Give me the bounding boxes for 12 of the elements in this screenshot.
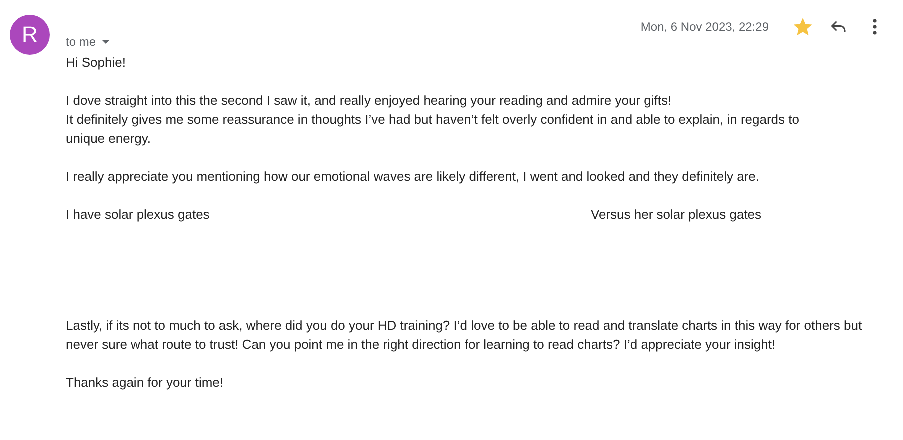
paragraph: I really appreciate you mentioning how our emotional waves are likely different, I went and looked and they definitely are. [66,168,760,186]
caret-icon [102,40,110,44]
avatar: R [10,15,50,55]
recipient-dropdown[interactable]: to me [66,35,110,49]
paragraph: Thanks again for your time! [66,374,225,392]
text-line: I have solar plexus gates [66,206,211,224]
paragraph: Lastly, if its not to much to ask, where did you do your HD training? I’d love to be able to read and translate charts in this way for others but never sure what route to trust! Can you point me in the right direction for learning to read charts? I’d appreciate your insight! [66,317,864,354]
date: Mon, 6 Nov 2023, 22:29 [640,20,769,34]
text-line: Versus her solar plexus gates [591,206,762,224]
paragraph: Hi Sophie! [66,54,127,72]
star-icon[interactable] [794,18,812,36]
paragraph: I dove straight into this the second I saw it, and really enjoyed hearing your reading and admire your gifts! It definitely gives me some reassurance in thoughts I’ve had but haven’t felt overly confident in and able to explain, in regards to unique energy. [66,92,800,148]
